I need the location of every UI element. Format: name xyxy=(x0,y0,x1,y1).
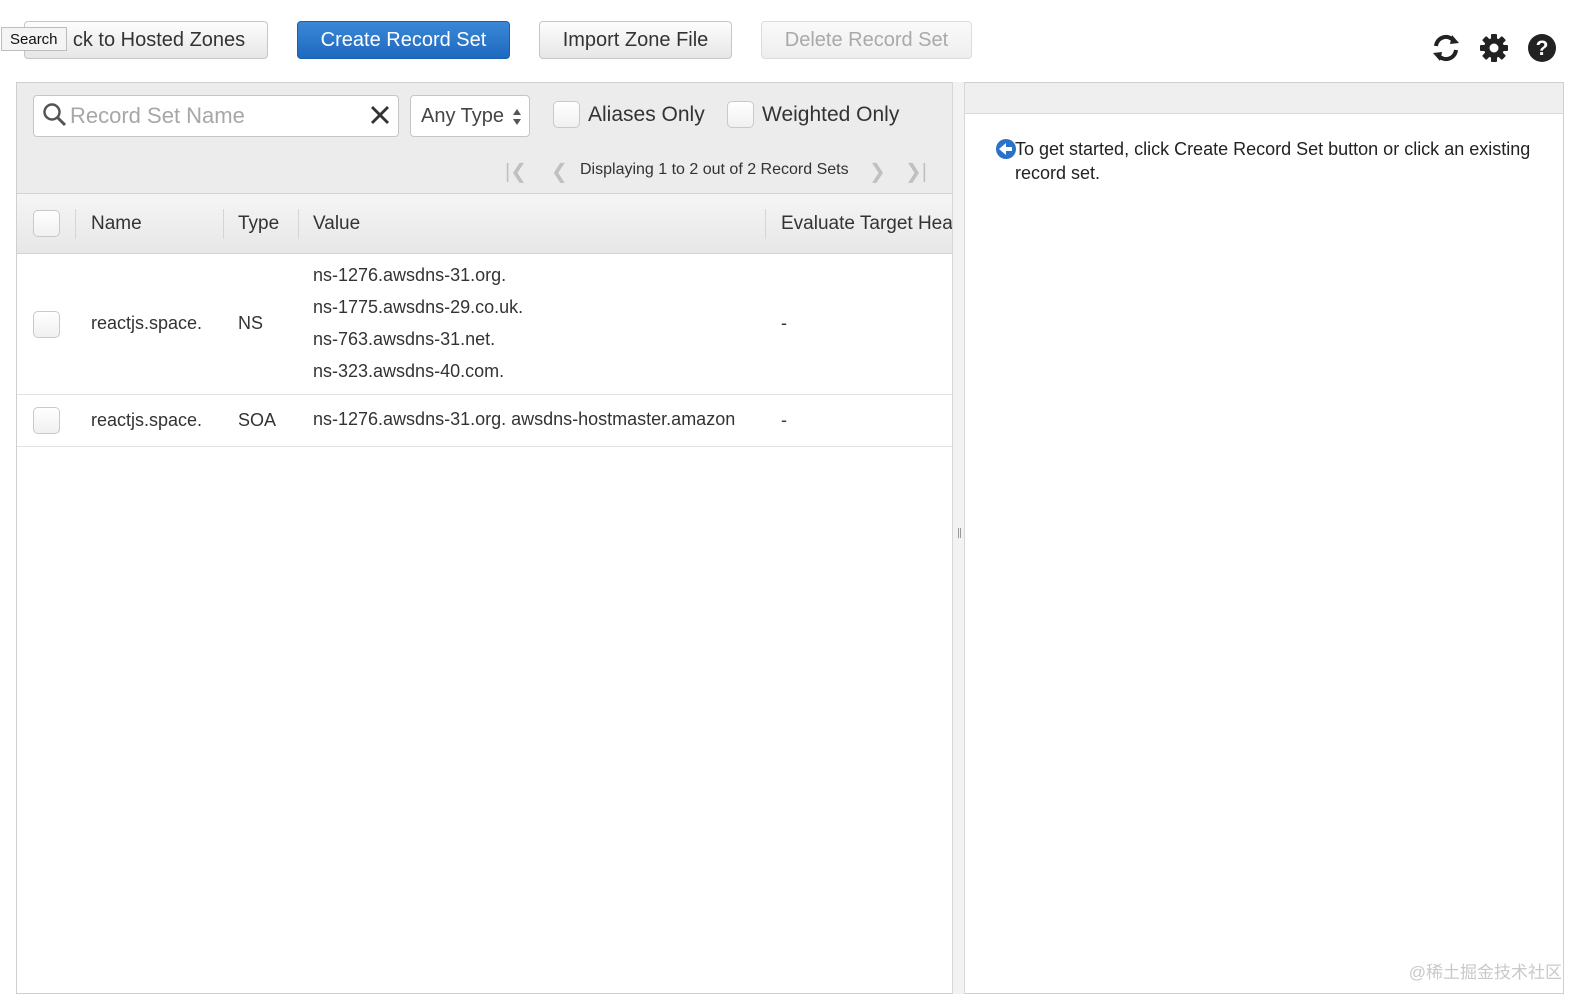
svg-text:?: ? xyxy=(1536,37,1549,60)
search-icon xyxy=(43,103,67,127)
create-button-label: Create Record Set xyxy=(320,28,487,51)
back-button-label: ck to Hosted Zones xyxy=(72,28,246,51)
search-tooltip: Search xyxy=(1,27,67,51)
pagination-status: Displaying 1 to 2 out of 2 Record Sets xyxy=(580,161,849,178)
gear-icon[interactable] xyxy=(1476,30,1512,66)
first-page-icon[interactable]: |❮ xyxy=(505,159,527,184)
record-evaluate-target-health: - xyxy=(781,410,787,430)
weighted-only-label: Weighted Only xyxy=(762,102,900,126)
last-page-icon[interactable]: ❯| xyxy=(905,159,927,184)
column-divider xyxy=(765,209,766,239)
select-all-checkbox[interactable] xyxy=(33,210,60,237)
column-header-name[interactable]: Name xyxy=(91,213,142,235)
record-value: ns-1775.awsdns-29.co.uk. xyxy=(313,297,524,317)
watermark: @稀土掘金技术社区 xyxy=(1408,963,1562,982)
record-type: NS xyxy=(238,313,264,333)
type-select-value: Any Type xyxy=(421,104,505,127)
column-header-type[interactable]: Type xyxy=(238,213,279,235)
record-name: reactjs.space. xyxy=(91,313,203,333)
row-checkbox[interactable] xyxy=(33,407,60,434)
getting-started-hint: To get started, click Create Record Set … xyxy=(1015,139,1531,183)
row-checkbox[interactable] xyxy=(33,311,60,338)
aliases-only-label: Aliases Only xyxy=(588,102,705,126)
aliases-only-filter[interactable]: Aliases Only xyxy=(553,101,705,128)
record-type: SOA xyxy=(238,410,277,430)
record-type-select[interactable]: Any Type xyxy=(410,95,530,137)
column-header-value[interactable]: Value xyxy=(313,213,360,235)
column-divider xyxy=(75,209,76,239)
column-header-evaluate-target-health[interactable]: Evaluate Target Hea xyxy=(781,213,965,235)
record-value: ns-1276.awsdns-31.org. awsdns-hostmaster… xyxy=(313,409,736,429)
record-value: ns-1276.awsdns-31.org. xyxy=(313,265,507,285)
import-button-label: Import Zone File xyxy=(562,28,709,51)
table-row[interactable]: reactjs.space. SOA ns-1276.awsdns-31.org… xyxy=(17,395,965,447)
weighted-only-checkbox[interactable] xyxy=(727,101,754,128)
next-page-icon[interactable]: ❯ xyxy=(869,159,886,184)
refresh-icon[interactable] xyxy=(1428,30,1464,66)
record-set-name-input[interactable] xyxy=(70,100,360,132)
record-name: reactjs.space. xyxy=(91,410,203,430)
record-detail-panel: To get started, click Create Record Set … xyxy=(965,82,1564,994)
filter-bar: Any Type Aliases Only Weighted Only |❮ ❮… xyxy=(17,83,965,194)
panel-splitter[interactable] xyxy=(952,82,965,994)
column-divider xyxy=(298,209,299,239)
column-divider xyxy=(223,209,224,239)
aliases-only-checkbox[interactable] xyxy=(553,101,580,128)
help-icon[interactable]: ? xyxy=(1524,30,1560,66)
record-value: ns-323.awsdns-40.com. xyxy=(313,361,505,381)
splitter-grip[interactable] xyxy=(958,528,961,538)
record-values: ns-1276.awsdns-31.org. ns-1775.awsdns-29… xyxy=(313,259,523,387)
weighted-only-filter[interactable]: Weighted Only xyxy=(727,101,899,128)
record-sets-panel: Any Type Aliases Only Weighted Only |❮ ❮… xyxy=(16,82,966,994)
select-arrows-icon xyxy=(513,109,521,125)
detail-panel-header xyxy=(965,83,1563,114)
info-arrow-icon xyxy=(996,139,1016,159)
record-value: ns-763.awsdns-31.net. xyxy=(313,329,496,349)
import-zone-file-button[interactable]: Import Zone File xyxy=(539,21,732,59)
table-row[interactable]: reactjs.space. NS ns-1276.awsdns-31.org.… xyxy=(17,254,965,395)
create-record-set-button[interactable]: Create Record Set xyxy=(297,21,510,59)
clear-search-icon[interactable] xyxy=(368,103,392,127)
previous-page-icon[interactable]: ❮ xyxy=(551,159,568,184)
record-evaluate-target-health: - xyxy=(781,313,787,333)
table-header: Name Type Value Evaluate Target Hea xyxy=(17,194,965,254)
delete-record-set-button[interactable]: Delete Record Set xyxy=(761,21,972,59)
search-box[interactable] xyxy=(33,95,399,137)
delete-button-label: Delete Record Set xyxy=(784,28,949,51)
